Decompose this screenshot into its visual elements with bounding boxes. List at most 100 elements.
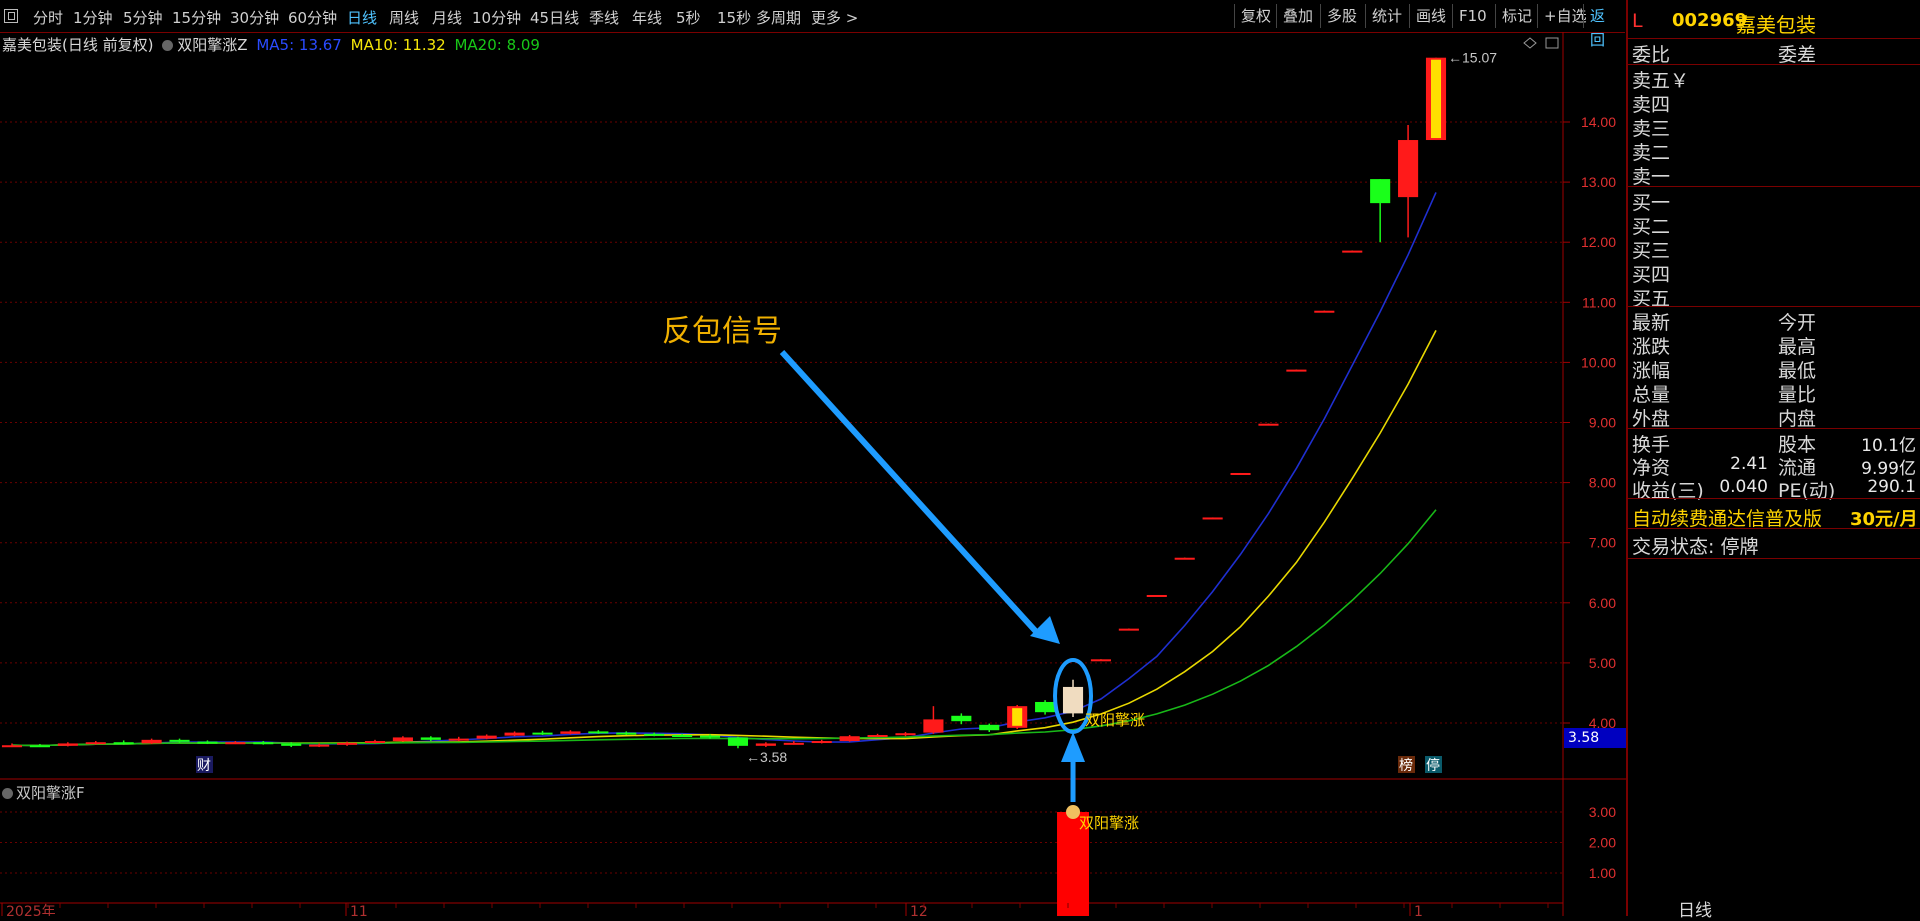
ytick-label-9: 13.00 — [1581, 174, 1616, 190]
tab-daily[interactable]: 日线 — [1678, 896, 1712, 921]
market-letter: L — [1632, 10, 1643, 32]
kline-chart[interactable]: 4.005.006.007.008.009.0010.0011.0012.001… — [0, 32, 1626, 916]
quote-right-3: 量比 — [1778, 384, 1817, 406]
candle-body-46 — [1286, 369, 1307, 372]
sub-ytick-label-0: 1.00 — [1589, 865, 1616, 881]
indicator-dropdown-icon[interactable] — [162, 40, 174, 51]
period-tab-6[interactable]: 日线 — [347, 7, 377, 28]
period-tab-16[interactable]: 更多 > — [811, 7, 858, 28]
period-toolbar: 分时 1分钟 5分钟 15分钟 30分钟 60分钟 日线 周线 月线 10分钟 45日线 季线 年线 5秒… — [0, 0, 1625, 49]
price-axis: 4.005.006.007.008.009.0010.0011.0012.001… — [1563, 114, 1616, 881]
candle-body-15 — [420, 737, 441, 740]
period-tab-11[interactable]: 季线 — [589, 7, 619, 28]
candles — [1, 57, 1447, 749]
period-tab-7[interactable]: 周线 — [389, 7, 419, 28]
tool-button-3[interactable]: 统计 — [1365, 4, 1408, 28]
quote-left-2: 涨幅 — [1632, 360, 1671, 382]
tool-button-4[interactable]: 画线 — [1409, 4, 1452, 28]
tool-button-0[interactable]: 复权 — [1234, 4, 1277, 28]
window-menu-icon[interactable] — [4, 9, 18, 23]
annotation-arrow-line — [779, 349, 1043, 639]
candle-body-43 — [1202, 517, 1223, 520]
ytick-label-2: 6.00 — [1589, 595, 1616, 611]
sub-indicator-panel: 双阳擎涨 — [1057, 805, 1139, 916]
candle-body-27 — [755, 743, 776, 746]
chart-legend: 嘉美包装(日线 前复权) 双阳擎涨Z MA5: 13.67 MA10: 11.3… — [2, 34, 544, 55]
candle-body-5 — [141, 739, 162, 744]
diamond-icon — [1523, 37, 1537, 49]
candle-body-25 — [699, 735, 721, 738]
sell-level-2: 卖二 — [1632, 142, 1671, 164]
period-tab-12[interactable]: 年线 — [632, 7, 662, 28]
candle-body-26 — [727, 737, 749, 746]
buy-level-3: 买三 — [1632, 240, 1671, 262]
candle-body-31 — [867, 735, 888, 738]
period-tab-4[interactable]: 30分钟 — [230, 7, 279, 28]
period-tab-5[interactable]: 60分钟 — [288, 7, 337, 28]
tool-button-1[interactable]: 叠加 — [1276, 4, 1319, 28]
promo-text[interactable]: 自动续费通达信普及版 — [1632, 504, 1822, 531]
quote-right-4: 内盘 — [1778, 408, 1817, 430]
sell-level-3: 卖三 — [1632, 118, 1671, 140]
ytick-label-4: 8.00 — [1589, 475, 1616, 491]
marker-cai: 财 — [197, 758, 211, 774]
candle-body-17 — [476, 735, 497, 739]
sub-indicator-legend: 双阳擎涨F — [2, 782, 85, 803]
tool-button-5[interactable]: F10 — [1452, 4, 1493, 28]
period-tab-2[interactable]: 5分钟 — [123, 7, 163, 28]
quote-left-4: 外盘 — [1632, 408, 1671, 430]
stat-value-left-2: 0.040 — [1719, 477, 1768, 497]
period-tab-1[interactable]: 1分钟 — [73, 7, 113, 28]
period-tab-8[interactable]: 月线 — [432, 7, 462, 28]
candle-body-49 — [1370, 179, 1391, 204]
xtick-label-0: 2025年 — [6, 904, 56, 916]
quote-right-0: 今开 — [1778, 312, 1817, 334]
tool-button-2[interactable]: 多股 — [1320, 4, 1363, 28]
candle-body-48 — [1342, 250, 1363, 253]
candle-body-39 — [1090, 659, 1111, 662]
tool-button-6[interactable]: 标记 — [1495, 4, 1538, 28]
period-tab-15[interactable]: 多周期 — [756, 7, 801, 28]
ytick-label-7: 11.00 — [1582, 294, 1616, 310]
candle-body-1 — [29, 745, 50, 748]
period-tab-10[interactable]: 45日线 — [530, 7, 579, 28]
ytick-label-3: 7.00 — [1589, 535, 1616, 551]
candle-body-47 — [1314, 310, 1335, 313]
tool-button-8[interactable]: 返回 — [1583, 4, 1625, 49]
weicha-label: 委差 — [1778, 44, 1817, 66]
buy-level-2: 买二 — [1632, 216, 1671, 238]
weibi-label: 委比 — [1632, 44, 1671, 66]
buy-level-4: 买四 — [1632, 264, 1671, 286]
candle-body-23 — [644, 733, 665, 736]
candle-body-35 — [979, 724, 1000, 731]
period-tab-9[interactable]: 10分钟 — [472, 7, 521, 28]
candle-body-8 — [225, 742, 246, 745]
candle-body-10 — [281, 743, 302, 746]
candle-body-14 — [392, 737, 413, 742]
candle-body-37 — [1035, 701, 1056, 713]
sub-indicator-title[interactable]: 双阳擎涨F — [16, 784, 85, 802]
sub-indicator-dropdown-icon[interactable] — [2, 788, 13, 799]
candle-body-0 — [1, 745, 23, 748]
quote-left-1: 涨跌 — [1632, 336, 1671, 358]
chart-grid — [0, 32, 1626, 916]
candle-body-29 — [811, 741, 832, 744]
period-tab-3[interactable]: 15分钟 — [172, 7, 221, 28]
period-tab-14[interactable]: 15秒 — [717, 7, 751, 28]
candle-body-9 — [253, 742, 274, 745]
signal-label: 双阳擎涨 — [1085, 711, 1145, 729]
candle-body-21 — [588, 731, 609, 734]
candle-body-28 — [783, 742, 804, 745]
ytick-label-6: 10.00 — [1581, 354, 1616, 370]
stat-value-right-1: 9.99亿 — [1861, 459, 1916, 479]
period-tab-13[interactable]: 5秒 — [676, 7, 701, 28]
candle-body-38 — [1062, 686, 1084, 714]
indicator-name[interactable]: 双阳擎涨Z — [177, 36, 247, 54]
candle-body-41 — [1146, 594, 1167, 597]
period-tab-0[interactable]: 分时 — [33, 7, 63, 28]
quote-right-1: 最高 — [1778, 336, 1817, 358]
ytick-label-5: 9.00 — [1589, 415, 1616, 431]
high-price-label: ←15.07 — [1448, 50, 1497, 66]
stat-value-right-2: 290.1 — [1867, 477, 1916, 497]
ytick-label-1: 5.00 — [1589, 655, 1616, 671]
